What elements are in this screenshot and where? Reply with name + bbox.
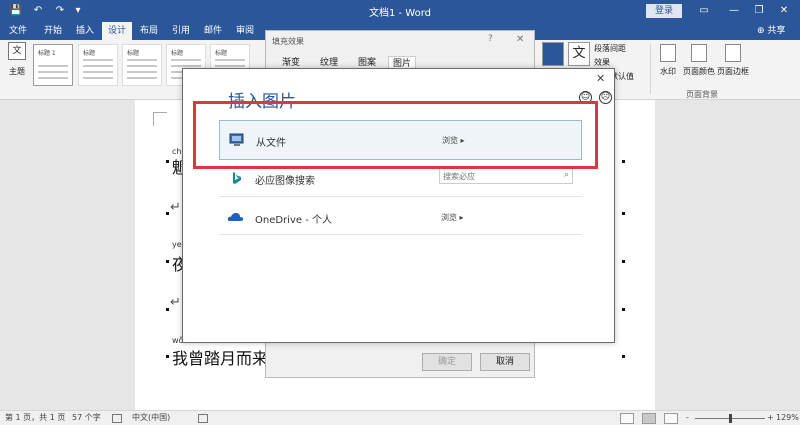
margin-corner: [153, 112, 167, 126]
divider: [219, 196, 582, 197]
tab-design[interactable]: 设计: [102, 22, 132, 40]
style-thumb[interactable]: 标题: [122, 44, 162, 86]
tab-file[interactable]: 文件: [4, 22, 32, 40]
source-name: 必应图像搜索: [255, 176, 315, 187]
style-thumb-label: 标题: [83, 50, 96, 57]
help-icon[interactable]: ?: [488, 34, 493, 44]
watermark-label: 水印: [660, 67, 676, 76]
browse-link[interactable]: 浏览 ▸: [441, 212, 464, 223]
undo-icon[interactable]: ↶: [30, 3, 46, 19]
format-mark: [166, 308, 169, 311]
group-label-page-background: 页面背景: [686, 90, 718, 99]
tab-insert[interactable]: 插入: [70, 22, 100, 40]
tab-review[interactable]: 审阅: [230, 22, 260, 40]
watermark-icon: [660, 44, 676, 62]
tab-home[interactable]: 开始: [38, 22, 68, 40]
page-color-icon: [691, 44, 707, 62]
close-window-icon[interactable]: ✕: [775, 3, 793, 19]
read-mode-button[interactable]: [620, 413, 634, 424]
bing-search-input[interactable]: [440, 169, 550, 183]
style-thumb-label: 标题 1: [38, 50, 56, 57]
proofing-icon[interactable]: [112, 414, 122, 423]
paragraph-spacing-button[interactable]: 段落间距: [594, 43, 626, 54]
format-mark: [622, 260, 625, 263]
style-thumb-label: 标题: [215, 50, 228, 57]
style-thumb[interactable]: 标题 1: [33, 44, 73, 86]
language[interactable]: 中文(中国): [132, 411, 170, 425]
paragraph-mark: ↵: [170, 295, 181, 310]
pinyin-text: ye: [172, 240, 182, 249]
status-bar: 第 1 页，共 1 页 57 个字 中文(中国) - + 129%: [0, 410, 800, 425]
share-button[interactable]: ⊕ 共享: [757, 22, 785, 40]
format-mark: [166, 260, 169, 263]
frown-feedback-icon[interactable]: ☹: [599, 91, 612, 104]
zoom-slider-handle[interactable]: [729, 414, 732, 423]
tab-layout[interactable]: 布局: [134, 22, 164, 40]
zoom-level[interactable]: 129%: [776, 411, 799, 425]
login-button[interactable]: 登录: [646, 4, 682, 18]
colors-icon[interactable]: [542, 42, 564, 66]
format-mark: [166, 160, 169, 163]
web-layout-button[interactable]: [664, 413, 678, 424]
document-text[interactable]: 我曾踏月而来: [172, 345, 268, 369]
print-layout-button[interactable]: [642, 413, 656, 424]
bing-icon: [233, 172, 241, 184]
close-icon[interactable]: ✕: [516, 34, 524, 45]
page-border-button[interactable]: 页面边框: [716, 44, 750, 77]
word-count[interactable]: 57 个字: [72, 411, 101, 425]
customize-quick-access-icon[interactable]: ▾: [70, 3, 86, 19]
theme-label: 主题: [9, 67, 25, 76]
window-title: 文档1 - Word: [368, 8, 432, 19]
watermark-button[interactable]: 水印: [656, 44, 680, 77]
format-mark: [166, 212, 169, 215]
page-border-icon: [725, 44, 741, 62]
page-count[interactable]: 第 1 页，共 1 页: [5, 411, 65, 425]
search-icon[interactable]: ⌕: [564, 170, 569, 180]
style-thumb-label: 标题: [171, 50, 184, 57]
source-onedrive[interactable]: OneDrive - 个人 浏览 ▸: [219, 199, 582, 235]
page-color-label: 页面颜色: [683, 67, 715, 76]
page-color-button[interactable]: 页面颜色: [682, 44, 716, 77]
paragraph-mark: ↵: [170, 200, 181, 215]
ribbon-separator: [650, 44, 651, 94]
cloud-icon: [227, 213, 244, 221]
macro-icon[interactable]: [198, 414, 208, 423]
tab-mailings[interactable]: 邮件: [198, 22, 228, 40]
style-thumb-label: 标题: [127, 50, 140, 57]
fill-effects-title: 填充效果: [272, 37, 304, 46]
close-icon[interactable]: ✕: [596, 72, 605, 85]
zoom-in-button[interactable]: +: [767, 411, 774, 425]
restore-icon[interactable]: ❐: [750, 3, 768, 19]
format-mark: [622, 355, 625, 358]
minimize-icon[interactable]: —: [725, 3, 743, 19]
source-name: OneDrive - 个人: [255, 215, 332, 226]
format-mark: [166, 355, 169, 358]
format-mark: [622, 160, 625, 163]
highlight-box: [193, 101, 598, 169]
ribbon-display-icon[interactable]: ▭: [695, 3, 713, 19]
fonts-icon[interactable]: 文: [568, 42, 590, 66]
format-mark: [622, 212, 625, 215]
tab-references[interactable]: 引用: [166, 22, 196, 40]
ok-button[interactable]: 确定: [422, 353, 472, 371]
bing-search-box: ⌕: [439, 168, 573, 184]
redo-icon[interactable]: ↷: [52, 3, 68, 19]
title-bar: 💾 ↶ ↷ ▾ 文档1 - Word 登录 ▭ — ❐ ✕: [0, 0, 800, 22]
effects-button[interactable]: 效果: [594, 57, 610, 68]
cancel-button[interactable]: 取消: [480, 353, 530, 371]
page-border-label: 页面边框: [717, 67, 749, 76]
zoom-out-button[interactable]: -: [686, 411, 689, 425]
divider: [219, 234, 582, 235]
theme-button[interactable]: 文 主题: [4, 42, 30, 88]
save-icon[interactable]: 💾: [8, 3, 24, 19]
style-thumb[interactable]: 标题: [78, 44, 118, 86]
theme-icon: 文: [8, 42, 26, 60]
format-mark: [622, 308, 625, 311]
